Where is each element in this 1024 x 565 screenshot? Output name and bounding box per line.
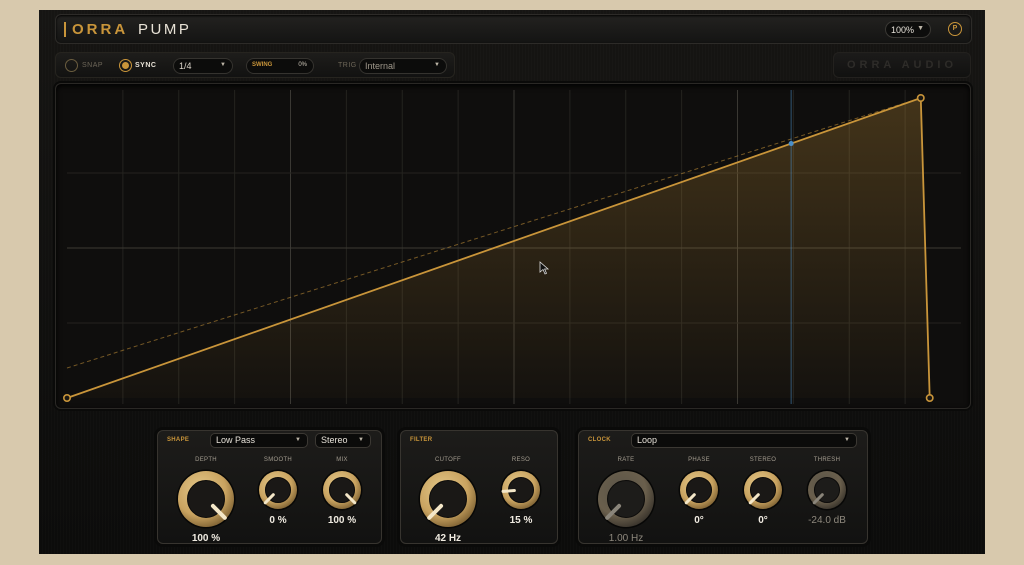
- trigger-select[interactable]: Internal ▼: [359, 58, 447, 74]
- trigger-value: Internal: [365, 61, 396, 71]
- knob-label: THRESH: [813, 457, 841, 463]
- chevron-down-icon: ▼: [220, 62, 226, 68]
- envelope-editor[interactable]: [55, 83, 971, 409]
- plugin-window: ORRA PUMP 100% ▼ P SNAP SYNC 1/4 ▼ SWING…: [39, 10, 985, 554]
- knob-value: 100 %: [327, 515, 357, 526]
- phase-knob[interactable]: PHASE 0°: [674, 455, 724, 541]
- clock-mode-value: Loop: [637, 435, 658, 445]
- smooth-knob[interactable]: SMOOTH 0 %: [253, 455, 303, 541]
- knob-label: RATE: [617, 457, 635, 463]
- envelope-canvas[interactable]: [56, 84, 972, 410]
- brand-name: ORRA: [72, 21, 129, 38]
- chevron-down-icon: ▼: [917, 25, 924, 32]
- thresh-knob[interactable]: THRESH -24.0 dB: [802, 455, 852, 541]
- company-logo: ORRA AUDIO: [833, 52, 971, 78]
- shape-title: SHAPE: [167, 437, 190, 443]
- knob-dial[interactable]: [256, 468, 300, 512]
- knob-label: DEPTH: [195, 457, 217, 463]
- cutoff-knob[interactable]: CUTOFF 42 Hz: [415, 455, 481, 544]
- zoom-value: 100%: [891, 25, 915, 35]
- knob-value: 15 %: [509, 515, 533, 526]
- knob-dial[interactable]: [741, 468, 785, 512]
- envelope-node[interactable]: [63, 393, 72, 402]
- trig-label: TRIG: [338, 62, 357, 69]
- knob-dial[interactable]: [417, 468, 479, 530]
- depth-knob[interactable]: DEPTH 100 %: [173, 455, 239, 544]
- snap-label: SNAP: [82, 62, 104, 69]
- knob-dial[interactable]: [320, 468, 364, 512]
- knob-pointer: [501, 489, 516, 493]
- knob-label: CUTOFF: [434, 457, 462, 463]
- knob-dial[interactable]: [595, 468, 657, 530]
- sync-label: SYNC: [135, 62, 157, 69]
- swing-label: SWING: [252, 62, 273, 68]
- chevron-down-icon: ▼: [434, 62, 440, 68]
- zoom-select[interactable]: 100% ▼: [885, 21, 931, 38]
- filter-type-select[interactable]: Low Pass ▼: [210, 433, 308, 448]
- knob-dial[interactable]: [805, 468, 849, 512]
- envelope-node[interactable]: [925, 393, 934, 402]
- title-bar: ORRA PUMP 100% ▼ P: [55, 14, 972, 44]
- mix-knob[interactable]: MIX 100 %: [317, 455, 367, 541]
- division-select[interactable]: 1/4 ▼: [173, 58, 233, 74]
- filter-title: FILTER: [410, 437, 433, 443]
- snap-radio[interactable]: [65, 59, 78, 72]
- division-value: 1/4: [179, 61, 192, 71]
- knob-value: 0 %: [269, 515, 287, 526]
- product-name: PUMP: [138, 21, 192, 38]
- filter-type-value: Low Pass: [216, 435, 256, 445]
- knob-label: SMOOTH: [263, 457, 293, 463]
- playhead-marker: [788, 141, 794, 147]
- channel-mode-select[interactable]: Stereo ▼: [315, 433, 371, 448]
- knob-label: MIX: [336, 457, 348, 463]
- transport-toolbar: SNAP SYNC 1/4 ▼ SWING 0% TRIG Internal ▼: [55, 52, 455, 78]
- chevron-down-icon: ▼: [844, 437, 850, 443]
- clock-panel: CLOCK Loop ▼ RATE 1.00 Hz PHASE 0° STEREO 0…: [578, 430, 868, 544]
- knob-dial[interactable]: [175, 468, 237, 530]
- envelope-node[interactable]: [916, 94, 925, 103]
- rate-knob[interactable]: RATE 1.00 Hz: [593, 455, 659, 544]
- clock-title: CLOCK: [588, 437, 611, 443]
- clock-mode-select[interactable]: Loop ▼: [631, 433, 857, 448]
- knob-label: RESO: [511, 457, 531, 463]
- knob-value: 0°: [758, 515, 768, 526]
- knob-label: PHASE: [688, 457, 710, 463]
- reso-knob[interactable]: RESO 15 %: [496, 455, 546, 541]
- shape-panel: SHAPE Low Pass ▼ Stereo ▼ DEPTH 100 % SMO…: [157, 430, 382, 544]
- swing-value: 0%: [298, 62, 307, 68]
- menu-icon[interactable]: P: [948, 22, 962, 36]
- knob-value: 100 %: [191, 533, 221, 544]
- knob-value: 0°: [694, 515, 704, 526]
- channel-mode-value: Stereo: [321, 435, 348, 445]
- knob-value: 42 Hz: [434, 533, 462, 544]
- swing-field[interactable]: SWING 0%: [246, 58, 314, 74]
- knob-value: 1.00 Hz: [608, 533, 644, 544]
- knob-dial[interactable]: [677, 468, 721, 512]
- logo-mark: [64, 22, 66, 37]
- filter-panel: FILTER CUTOFF 42 Hz RESO 15 %: [400, 430, 558, 544]
- knob-dial[interactable]: [499, 468, 543, 512]
- chevron-down-icon: ▼: [358, 437, 364, 443]
- sync-radio[interactable]: [119, 59, 132, 72]
- knob-value: -24.0 dB: [808, 515, 846, 526]
- chevron-down-icon: ▼: [295, 437, 301, 443]
- knob-label: STEREO: [749, 457, 777, 463]
- stereo-knob[interactable]: STEREO 0°: [738, 455, 788, 541]
